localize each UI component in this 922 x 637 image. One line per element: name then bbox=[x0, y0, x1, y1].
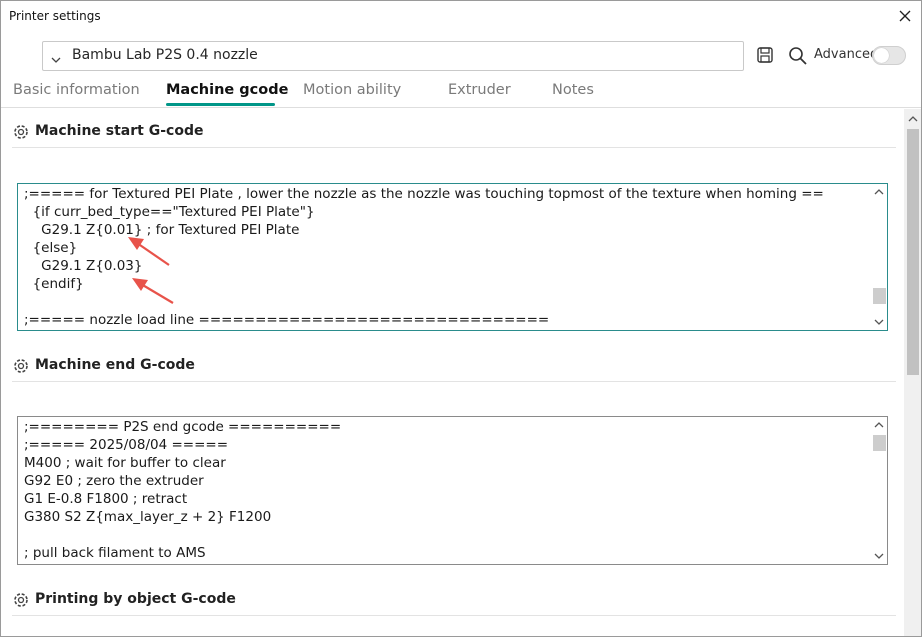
annotation-arrow bbox=[128, 237, 170, 266]
annotation-arrow bbox=[132, 278, 174, 304]
annotation-arrows bbox=[128, 237, 174, 304]
printer-settings-window: Printer settings Bambu Lab P2S 0.4 nozzl… bbox=[0, 0, 922, 637]
